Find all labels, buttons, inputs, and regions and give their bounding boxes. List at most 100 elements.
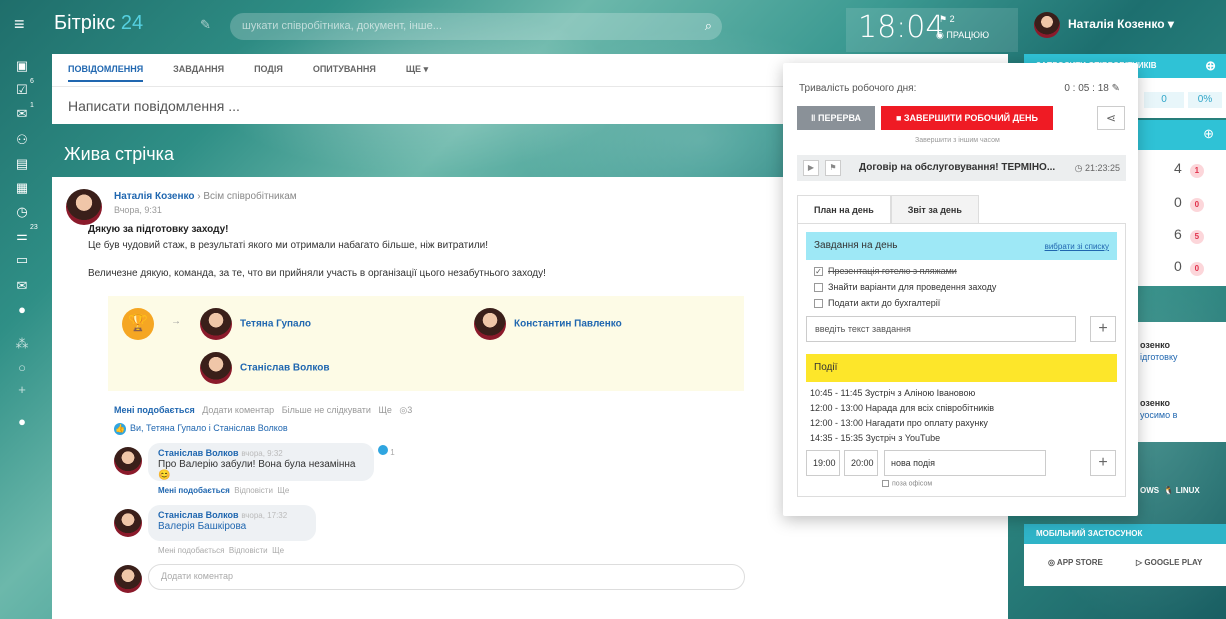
event-from-input[interactable]: 19:00 bbox=[806, 450, 840, 476]
tab-poll[interactable]: ОПИТУВАННЯ bbox=[313, 64, 376, 82]
task-checkbox[interactable]: ✓ Презентація готелю з пляжами bbox=[814, 266, 957, 277]
counter-row[interactable]: 00 bbox=[1174, 194, 1204, 212]
out-of-office-checkbox[interactable]: поза офісом bbox=[882, 480, 932, 487]
choose-from-list-link[interactable]: вибрати зі списку bbox=[1045, 242, 1109, 251]
mail-icon[interactable]: ✉ bbox=[12, 278, 32, 294]
like-button[interactable]: Мені подобається bbox=[114, 405, 195, 415]
current-task: ▶ ⚑ Договір на обслуговування! ТЕРМІНО..… bbox=[797, 155, 1126, 181]
event-name-input[interactable]: нова подія bbox=[884, 450, 1046, 476]
tab-report[interactable]: Звіт за день bbox=[890, 195, 979, 224]
appstore-link[interactable]: ◎ APP STORE bbox=[1048, 558, 1103, 567]
pause-button[interactable]: ‖ ПЕРЕРВА bbox=[797, 106, 875, 130]
views-count: 3 bbox=[407, 405, 413, 415]
tab-plan[interactable]: План на день bbox=[797, 195, 891, 224]
event-item[interactable]: 12:00 - 13:00 Нарада для всіх співробітн… bbox=[810, 403, 994, 413]
avatar[interactable] bbox=[114, 509, 142, 537]
tab-message[interactable]: ПОВІДОМЛЕННЯ bbox=[68, 64, 144, 82]
appstore-icon: ◎ bbox=[1048, 558, 1055, 567]
user-menu[interactable]: Наталія Козенко ▾ bbox=[1034, 12, 1174, 38]
clock-time: 18:04 bbox=[858, 10, 945, 45]
comment-likes[interactable]: 1 bbox=[378, 445, 395, 457]
tasks-counter: 6 bbox=[30, 78, 34, 85]
share-icon[interactable]: ⋖ bbox=[1097, 106, 1125, 130]
counter-row[interactable]: 41 bbox=[1174, 160, 1204, 178]
tab-task[interactable]: ЗАВДАННЯ bbox=[173, 64, 224, 82]
event-to-input[interactable]: 20:00 bbox=[844, 450, 878, 476]
post-actions: Мені подобається Додати коментар Більше … bbox=[114, 405, 412, 416]
chat-counter: 1 bbox=[30, 102, 34, 109]
plan-box: Завдання на день вибрати зі списку ✓ Презе… bbox=[797, 223, 1126, 497]
unfollow-button[interactable]: Більше не слідкувати bbox=[282, 405, 371, 415]
pencil-icon[interactable]: ✎ bbox=[1112, 83, 1120, 94]
add-comment-input[interactable]: Додати коментар bbox=[148, 564, 745, 590]
plus-icon[interactable]: ⊕ bbox=[1203, 126, 1214, 142]
avatar[interactable] bbox=[66, 189, 102, 225]
finish-day-button[interactable]: ■ ЗАВЕРШИТИ РОБОЧИЙ ДЕНЬ bbox=[881, 106, 1053, 130]
play-icon[interactable]: ▶ bbox=[803, 160, 819, 176]
mobile-app-header: МОБІЛЬНИЙ ЗАСТОСУНОК bbox=[1024, 524, 1226, 544]
crm-icon[interactable]: ▭ bbox=[12, 252, 32, 268]
smile-icon: 😊 bbox=[158, 470, 171, 481]
tasks-icon[interactable]: ☑ bbox=[12, 82, 32, 98]
plus-icon[interactable]: ⊕ bbox=[1205, 58, 1216, 74]
task-checkbox[interactable]: Подати акти до бухгалтерії bbox=[814, 298, 940, 309]
grat-person[interactable]: Тетяна Гупало bbox=[200, 308, 311, 340]
work-status: ◉ ПРАЦЮЮ bbox=[936, 30, 990, 40]
avatar[interactable] bbox=[114, 447, 142, 475]
calendar-icon[interactable]: ▦ bbox=[12, 180, 32, 196]
work-clock[interactable]: 18:04 ⚑ 2 ◉ ПРАЦЮЮ bbox=[846, 8, 1018, 52]
add-event-button[interactable]: + bbox=[1090, 450, 1116, 476]
author-link[interactable]: Наталія Козенко bbox=[114, 191, 195, 202]
chat-icon[interactable]: ✉ bbox=[12, 106, 32, 122]
os-links: OWS 🐧 LINUX bbox=[1140, 486, 1200, 495]
task-title[interactable]: Договір на обслуговування! ТЕРМІНО... bbox=[859, 162, 1055, 173]
flag-icon[interactable]: ⚑ bbox=[825, 160, 841, 176]
avatar bbox=[1034, 12, 1060, 38]
more-icon[interactable]: ⁂ bbox=[12, 336, 32, 352]
linux-icon: 🐧 bbox=[1163, 486, 1174, 495]
feed-icon[interactable]: ▣ bbox=[12, 58, 32, 74]
pencil-icon[interactable]: ✎ bbox=[200, 17, 211, 33]
tab-more[interactable]: ЩЕ ▾ bbox=[406, 64, 428, 82]
event-item[interactable]: 12:00 - 13:00 Нагадати про оплату рахунк… bbox=[810, 418, 988, 428]
search-input[interactable]: шукати співробітника, документ, інше... ⌕ bbox=[230, 13, 722, 40]
post-text: Величезне дякую, команда, за те, что ви … bbox=[88, 268, 546, 279]
add-icon[interactable]: + bbox=[12, 382, 32, 398]
help-icon[interactable]: ● bbox=[12, 414, 32, 430]
task-checkbox[interactable]: Знайти варіанти для проведення заходу bbox=[814, 282, 996, 293]
more-button[interactable]: Ще bbox=[378, 405, 391, 415]
task-input[interactable]: введіть текст завдання bbox=[806, 316, 1076, 342]
grat-person[interactable]: Константин Павленко bbox=[474, 308, 622, 340]
counter-row[interactable]: 65 bbox=[1174, 226, 1204, 244]
add-task-button[interactable]: + bbox=[1090, 316, 1116, 342]
likes-summary[interactable]: 👍 Ви, Тетяна Гупало і Станіслав Волков bbox=[114, 423, 288, 435]
tab-event[interactable]: ПОДІЯ bbox=[254, 64, 283, 82]
counter-row[interactable]: 00 bbox=[1174, 258, 1204, 276]
menu-icon[interactable]: ≡ bbox=[14, 14, 25, 34]
sites-icon[interactable]: ● bbox=[12, 302, 32, 318]
groups-icon[interactable]: ⚇ bbox=[12, 132, 32, 148]
post-date: Вчора, 9:31 bbox=[114, 205, 162, 215]
time-icon[interactable]: ◷ bbox=[12, 204, 32, 220]
header: ≡ Бітрікс 24 ✎ шукати співробітника, док… bbox=[0, 0, 1226, 52]
drive-icon[interactable]: ▤ bbox=[12, 156, 32, 172]
workday-popup: Тривалість робочого дня: 0 : 05 : 18 ✎ ‖… bbox=[783, 63, 1138, 516]
grat-person[interactable]: Станіслав Волков bbox=[200, 352, 329, 384]
left-sidebar: ▣ ☑ 6 ✉ 1 ⚇ ▤ ▦ ◷ ⚌ 23 ▭ ✉ ● ⁂ ○ + ● bbox=[0, 52, 44, 619]
app-stores: ◎ APP STORE ▷ GOOGLE PLAY bbox=[1024, 544, 1226, 586]
duration-value: 0 : 05 : 18 ✎ bbox=[1064, 83, 1120, 94]
composer-tabs: ПОВІДОМЛЕННЯ ЗАВДАННЯ ПОДІЯ ОПИТУВАННЯ Щ… bbox=[68, 64, 428, 82]
finish-later-link[interactable]: Завершити з іншим часом bbox=[915, 137, 1000, 144]
comment-actions: Мені подобається Відповісти Ще bbox=[158, 546, 285, 555]
filter-icon[interactable]: ⚌ bbox=[12, 228, 32, 244]
avatar bbox=[114, 565, 142, 593]
tasks-header: Завдання на день вибрати зі списку bbox=[806, 232, 1117, 260]
event-item[interactable]: 14:35 - 15:35 Зустріч з YouTube bbox=[810, 433, 940, 443]
googleplay-link[interactable]: ▷ GOOGLE PLAY bbox=[1136, 558, 1202, 567]
task-timer: ◷ 21:23:25 bbox=[1074, 163, 1120, 173]
comment-button[interactable]: Додати коментар bbox=[202, 405, 274, 415]
event-item[interactable]: 10:45 - 11:45 Зустріч з Аліною Івановою bbox=[810, 388, 975, 398]
settings-icon[interactable]: ○ bbox=[12, 360, 32, 376]
search-icon[interactable]: ⌕ bbox=[705, 18, 712, 34]
logo[interactable]: Бітрікс 24 bbox=[54, 12, 143, 35]
